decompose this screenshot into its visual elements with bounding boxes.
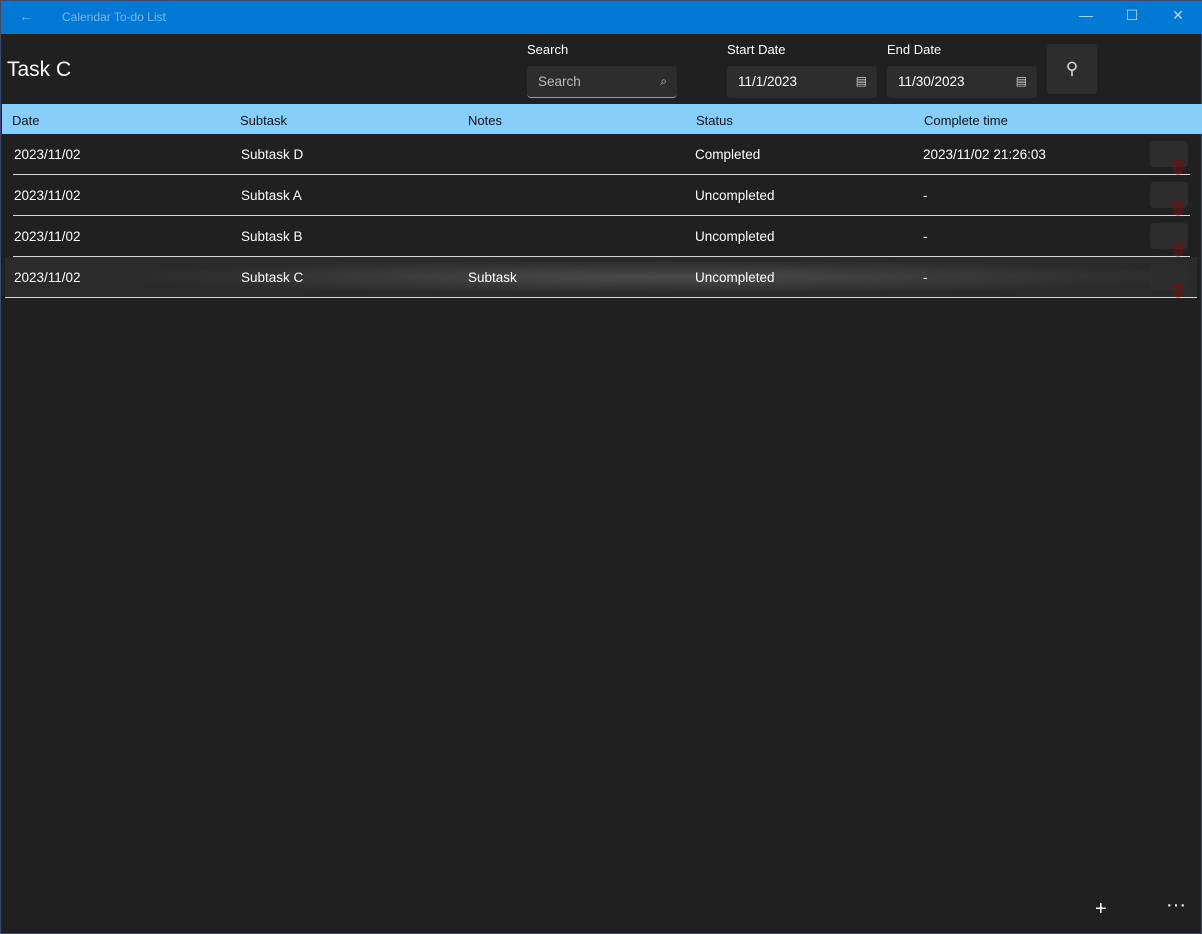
table-row[interactable]: 2023/11/02 Subtask B Uncompleted - 🗑 <box>13 216 1190 257</box>
header-status: Status <box>696 113 733 128</box>
cell-complete: - <box>923 270 928 285</box>
delete-button[interactable]: 🗑 <box>1150 264 1188 298</box>
cell-subtask: Subtask C <box>241 270 304 285</box>
search-label: Search <box>527 42 569 57</box>
close-icon[interactable]: ✕ <box>1155 7 1201 24</box>
cell-complete: - <box>923 188 928 203</box>
table-row[interactable]: 2023/11/02 Subtask A Uncompleted - 🗑 <box>13 175 1190 216</box>
start-date-picker[interactable]: 11/1/2023 ▤ <box>727 66 877 98</box>
search-input[interactable]: Search ⌕ <box>527 66 677 98</box>
end-date-picker[interactable]: 11/30/2023 ▤ <box>887 66 1037 98</box>
end-date-label: End Date <box>887 42 942 57</box>
cell-date: 2023/11/02 <box>14 147 81 162</box>
back-arrow-icon[interactable]: ← <box>19 8 33 24</box>
cell-complete: 2023/11/02 21:26:03 <box>923 147 1046 162</box>
trash-icon: 🗑 <box>1169 282 1187 298</box>
calendar-icon: ▤ <box>1015 74 1027 88</box>
calendar-icon: ▤ <box>855 74 867 88</box>
maximize-icon[interactable]: ☐ <box>1109 7 1155 24</box>
delete-button[interactable]: 🗑 <box>1150 223 1188 257</box>
more-options-button[interactable]: ··· <box>1166 894 1186 917</box>
delete-button[interactable]: 🗑 <box>1150 141 1188 175</box>
search-icon: ⌕ <box>660 74 667 88</box>
search-placeholder: Search <box>538 74 581 89</box>
cell-status: Completed <box>695 147 761 162</box>
cell-date: 2023/11/02 <box>14 188 81 203</box>
cell-complete: - <box>923 229 928 244</box>
header-complete-time: Complete time <box>924 113 1008 128</box>
cell-subtask: Subtask D <box>241 147 304 162</box>
delete-button[interactable]: 🗑 <box>1150 182 1188 216</box>
header-notes: Notes <box>468 113 502 128</box>
cell-status: Uncompleted <box>695 188 775 203</box>
cell-status: Uncompleted <box>695 229 775 244</box>
search-button[interactable]: ⚲ <box>1047 44 1097 94</box>
minimize-icon[interactable]: — <box>1063 7 1109 23</box>
cell-date: 2023/11/02 <box>14 229 81 244</box>
add-button[interactable]: + <box>1095 898 1107 921</box>
header-subtask: Subtask <box>240 113 287 128</box>
cell-status: Uncompleted <box>695 270 775 285</box>
table-header: Date Subtask Notes Status Complete time <box>2 104 1202 134</box>
cell-notes: Subtask <box>468 270 517 285</box>
cell-date: 2023/11/02 <box>14 270 81 285</box>
header-date: Date <box>12 113 40 128</box>
title-bar: ← Calendar To-do List — ☐ ✕ <box>1 1 1202 34</box>
cell-subtask: Subtask A <box>241 188 302 203</box>
page-title: Task C <box>7 58 72 81</box>
start-date-label: Start Date <box>727 42 786 57</box>
cell-subtask: Subtask B <box>241 229 303 244</box>
table-row[interactable]: 2023/11/02 Subtask C Subtask Uncompleted - 🗑 <box>5 257 1197 298</box>
window-title: Calendar To-do List <box>62 10 166 24</box>
table-row[interactable]: 2023/11/02 Subtask D Completed 2023/11/02 2… <box>13 134 1190 175</box>
end-date-value: 11/30/2023 <box>898 74 965 89</box>
search-icon: ⚲ <box>1065 59 1079 78</box>
start-date-value: 11/1/2023 <box>738 74 798 89</box>
